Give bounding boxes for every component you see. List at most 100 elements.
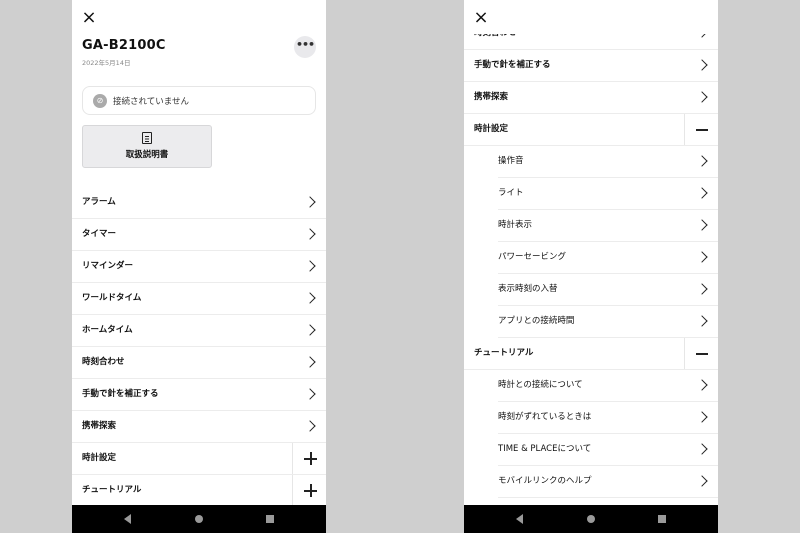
menu-item[interactable]: ライト bbox=[464, 178, 718, 210]
menu-item-label: 携帯探索 bbox=[474, 92, 509, 102]
home-icon[interactable] bbox=[587, 515, 595, 523]
menu-item-label: 表示時刻の入替 bbox=[498, 284, 558, 294]
chevron-right-icon bbox=[696, 443, 708, 455]
menu-item[interactable]: 操作音 bbox=[464, 146, 718, 178]
menu-item-label: 時刻がずれているときは bbox=[498, 412, 592, 422]
chevron-right-icon bbox=[304, 356, 316, 368]
device-name: GA-B2100C bbox=[82, 38, 166, 53]
chevron-right-icon bbox=[696, 91, 708, 103]
menu-item[interactable]: ホームタイム bbox=[72, 315, 326, 347]
connection-status: ⊘ 接続されていません bbox=[82, 86, 316, 115]
plus-icon bbox=[304, 484, 317, 497]
document-icon bbox=[142, 132, 152, 144]
menu-item-label: チュートリアル bbox=[82, 485, 142, 495]
menu-item-label: ワールドタイム bbox=[82, 293, 142, 303]
chevron-right-icon bbox=[304, 196, 316, 208]
close-icon[interactable]: × bbox=[78, 7, 100, 29]
menu-item-label: タイマー bbox=[82, 229, 117, 239]
collapse-toggle[interactable] bbox=[684, 338, 718, 369]
chevron-right-icon bbox=[696, 315, 708, 327]
menu-item[interactable]: 手動で針を補正する bbox=[464, 50, 718, 82]
menu-item[interactable]: 携帯探索 bbox=[464, 82, 718, 114]
android-nav-bar bbox=[72, 505, 326, 533]
menu-item[interactable]: 時計表示 bbox=[464, 210, 718, 242]
menu-item[interactable]: チュートリアル bbox=[464, 338, 718, 370]
chevron-right-icon bbox=[696, 411, 708, 423]
menu-item-label: 手動で針を補正する bbox=[82, 389, 159, 399]
manual-button[interactable]: 取扱説明書 bbox=[82, 125, 212, 168]
recent-apps-icon[interactable] bbox=[658, 515, 666, 523]
chevron-right-icon bbox=[304, 388, 316, 400]
chevron-right-icon bbox=[696, 155, 708, 167]
menu-item-label: リマインダー bbox=[82, 261, 134, 271]
menu-item[interactable]: 時刻合わせ bbox=[72, 347, 326, 379]
menu-item[interactable]: 表示時刻の入替 bbox=[464, 274, 718, 306]
menu-item-label: 操作音 bbox=[498, 156, 524, 166]
menu-item[interactable]: 手動で針を補正する bbox=[72, 379, 326, 411]
manual-button-label: 取扱説明書 bbox=[125, 150, 169, 160]
menu-item[interactable]: アラーム bbox=[72, 187, 326, 219]
menu-item[interactable]: 時計設定 bbox=[72, 443, 326, 475]
chevron-right-icon bbox=[696, 59, 708, 71]
menu-item-label: 時計との接続について bbox=[498, 380, 583, 390]
expand-toggle[interactable] bbox=[292, 443, 326, 474]
recent-apps-icon[interactable] bbox=[266, 515, 274, 523]
menu-item[interactable]: 携帯探索 bbox=[72, 411, 326, 443]
menu-item[interactable]: アプリとの接続時間 bbox=[464, 306, 718, 338]
settings-menu-right: 手動で針を補正する 携帯探索時計設定操作音ライト時計表示パワーセービング 表示時刻の… bbox=[464, 50, 718, 498]
settings-menu-left: アラームタイマーリマインダー ワールドタイム ホームタイム 時刻合わせ手動で針を補正す… bbox=[72, 187, 326, 507]
menu-item-label: 時計設定 bbox=[82, 453, 117, 463]
chevron-right-icon bbox=[304, 228, 316, 240]
plus-icon bbox=[304, 452, 317, 465]
back-icon[interactable] bbox=[124, 514, 131, 524]
chevron-right-icon bbox=[696, 379, 708, 391]
device-screen-right: 時刻合わせ × 手動で針を補正する携帯探索時計設定操作音ライト時計表示パワーセー… bbox=[464, 0, 718, 533]
menu-item-label: アプリとの接続時間 bbox=[498, 316, 575, 326]
menu-item-label: 時計設定 bbox=[474, 124, 509, 134]
menu-item[interactable]: ワールドタイム bbox=[72, 283, 326, 315]
menu-item-label: アラーム bbox=[82, 197, 116, 207]
chevron-right-icon bbox=[696, 187, 708, 199]
menu-item-label: 手動で針を補正する bbox=[474, 60, 551, 70]
menu-item-label: チュートリアル bbox=[474, 348, 534, 358]
menu-item[interactable]: 時刻がずれているときは bbox=[464, 402, 718, 434]
menu-item-label: ホームタイム bbox=[82, 325, 133, 335]
chevron-right-icon bbox=[304, 420, 316, 432]
header-bar: × bbox=[464, 0, 718, 34]
android-nav-bar bbox=[464, 505, 718, 533]
menu-item[interactable]: タイマー bbox=[72, 219, 326, 251]
minus-icon bbox=[696, 129, 708, 131]
connection-status-text: 接続されていません bbox=[113, 97, 189, 107]
device-screen-left: × GA-B2100C 2022年5月14日 ••• ⊘ 接続されていません 取… bbox=[72, 0, 326, 533]
chevron-right-icon bbox=[696, 283, 708, 295]
home-icon[interactable] bbox=[195, 515, 203, 523]
collapse-toggle[interactable] bbox=[684, 114, 718, 145]
menu-item[interactable]: チュートリアル bbox=[72, 475, 326, 507]
chevron-right-icon bbox=[696, 251, 708, 263]
expand-toggle[interactable] bbox=[292, 475, 326, 506]
menu-item-label: 時刻合わせ bbox=[82, 357, 125, 367]
menu-item-label: パワーセービング bbox=[498, 252, 567, 262]
more-options-icon[interactable]: ••• bbox=[294, 36, 316, 58]
menu-item[interactable]: 時計との接続について bbox=[464, 370, 718, 402]
menu-item-label: 時計表示 bbox=[498, 220, 533, 230]
menu-item[interactable]: リマインダー bbox=[72, 251, 326, 283]
menu-item-label: TIME & PLACEについて bbox=[498, 444, 592, 454]
chevron-right-icon bbox=[696, 475, 708, 487]
minus-icon bbox=[696, 353, 708, 355]
chevron-right-icon bbox=[304, 324, 316, 336]
close-icon[interactable]: × bbox=[470, 7, 492, 29]
menu-item[interactable]: モバイルリンクのヘルプ bbox=[464, 466, 718, 498]
chevron-right-icon bbox=[696, 219, 708, 231]
menu-item[interactable]: TIME & PLACEについて bbox=[464, 434, 718, 466]
back-icon[interactable] bbox=[516, 514, 523, 524]
menu-item[interactable]: パワーセービング bbox=[464, 242, 718, 274]
pairing-date: 2022年5月14日 bbox=[82, 59, 131, 67]
menu-item-label: 携帯探索 bbox=[82, 421, 117, 431]
menu-item[interactable]: 時計設定 bbox=[464, 114, 718, 146]
menu-item-label: ライト bbox=[498, 188, 524, 198]
disconnected-icon: ⊘ bbox=[93, 94, 107, 108]
menu-item-label: モバイルリンクのヘルプ bbox=[498, 476, 592, 486]
chevron-right-icon bbox=[304, 292, 316, 304]
chevron-right-icon bbox=[304, 260, 316, 272]
